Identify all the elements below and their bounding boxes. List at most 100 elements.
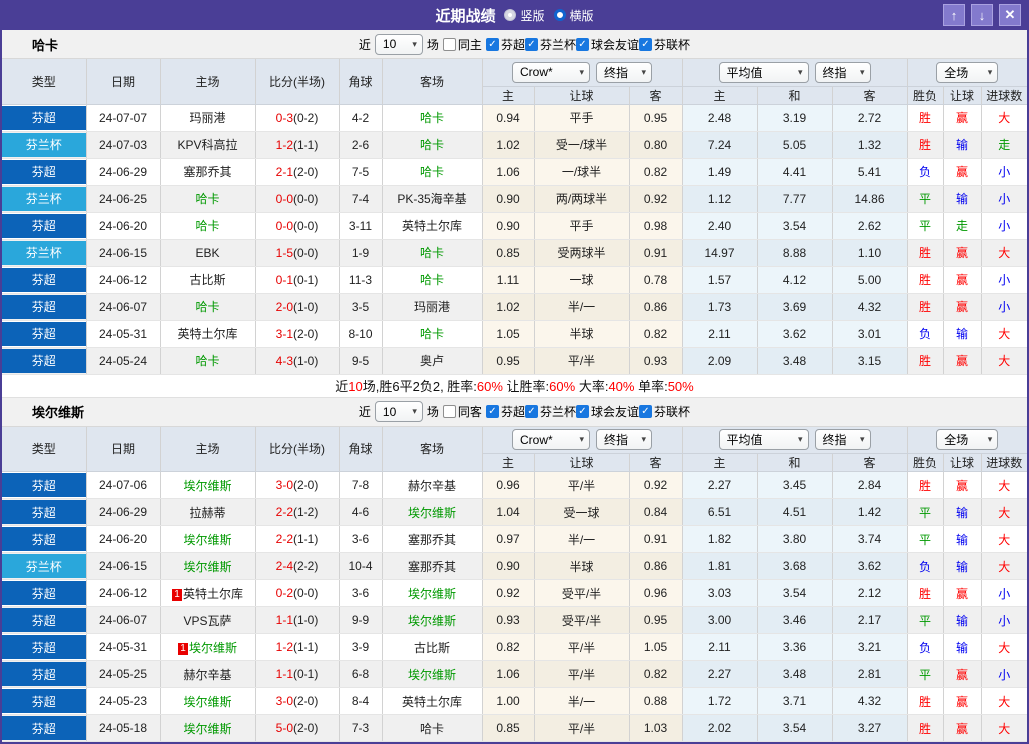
handicap-result-cell: 输 <box>943 131 981 158</box>
result-cell: 平 <box>907 499 943 526</box>
average-select[interactable]: 平均值 ▾ <box>719 429 809 450</box>
league-filter[interactable]: ✓芬超 <box>486 403 525 420</box>
odds-source-value: Crow* <box>520 65 553 79</box>
col-header-corner: 角球 <box>339 59 382 104</box>
checkbox-checked-icon[interactable]: ✓ <box>576 405 589 418</box>
odds-stage-select[interactable]: 终指 ▾ <box>596 429 652 450</box>
date-cell: 24-05-18 <box>86 715 160 742</box>
result-cell: 胜 <box>907 104 943 131</box>
score-cell: 2-2(1-1) <box>255 526 339 553</box>
subheader-avg-draw: 和 <box>757 86 832 104</box>
average-stage-select[interactable]: 终指 ▾ <box>815 429 871 450</box>
match-row: 芬超24-06-12古比斯0-1(0-1)11-3哈卡1.11一球0.781.5… <box>2 266 1027 293</box>
score-cell: 0-0(0-0) <box>255 212 339 239</box>
subheader-result: 胜负 <box>907 86 943 104</box>
odds-source-select[interactable]: Crow* ▾ <box>512 429 590 450</box>
summary-count: 10 <box>348 379 362 394</box>
matches-tbody: 芬超24-07-06埃尔维斯3-0(2-0)7-8赫尔辛基0.96平/半0.92… <box>2 472 1027 742</box>
handicap-result-cell: 赢 <box>943 472 981 499</box>
checkbox-checked-icon[interactable]: ✓ <box>576 38 589 51</box>
radio-on-icon[interactable] <box>554 9 566 21</box>
odds-source-select[interactable]: Crow* ▾ <box>512 62 590 83</box>
subheader-odds-home: 主 <box>482 454 534 472</box>
average-group-header: 平均值 ▾ 终指 ▾ <box>682 59 907 86</box>
avg-draw-cell: 3.54 <box>757 715 832 742</box>
checkbox-checked-icon[interactable]: ✓ <box>486 405 499 418</box>
average-select[interactable]: 平均值 ▾ <box>719 62 809 83</box>
layout-radio-horizontal[interactable]: 横版 <box>554 7 594 24</box>
odds-stage-select[interactable]: 终指 ▾ <box>596 62 652 83</box>
result-cell: 胜 <box>907 266 943 293</box>
league-badge: 芬超 <box>2 106 86 130</box>
col-header-date: 日期 <box>86 59 160 104</box>
odds-home-cell: 0.85 <box>482 715 534 742</box>
match-count-select[interactable]: 10 ▾ <box>375 401 423 422</box>
away-team-name: 塞那乔其 <box>408 560 456 574</box>
same-venue-filter[interactable]: 同客 <box>443 403 482 420</box>
move-down-button[interactable]: ↓ <box>971 4 993 26</box>
league-filter[interactable]: ✓芬联杯 <box>639 36 690 53</box>
checkbox-checked-icon[interactable]: ✓ <box>525 405 538 418</box>
league-filter-label: 芬联杯 <box>654 403 690 420</box>
checkbox-checked-icon[interactable]: ✓ <box>525 38 538 51</box>
subheader-avg-home: 主 <box>682 86 757 104</box>
section-header: 哈卡 近 10 ▾ 场 同主 ✓芬超✓芬兰杯✓球会友谊✓芬联杯 <box>2 30 1027 59</box>
handicap-cell: 半球 <box>534 320 629 347</box>
checkbox-unchecked-icon[interactable] <box>443 405 456 418</box>
filters: 近 10 ▾ 场 同客 ✓芬超✓芬兰杯✓球会友谊✓芬联杯 <box>359 401 690 422</box>
match-count-select[interactable]: 10 ▾ <box>375 34 423 55</box>
subheader-goals: 进球数 <box>981 86 1027 104</box>
odds-away-cell: 0.82 <box>629 158 682 185</box>
same-venue-filter[interactable]: 同主 <box>443 36 482 53</box>
summary-part: 场,胜6平2负2, 胜率: <box>363 379 477 394</box>
league-filter-label: 球会友谊 <box>591 36 639 53</box>
scope-select[interactable]: 全场 ▾ <box>936 429 998 450</box>
avg-away-cell: 3.21 <box>832 634 907 661</box>
checkbox-unchecked-icon[interactable] <box>443 38 456 51</box>
league-filter[interactable]: ✓芬兰杯 <box>525 403 576 420</box>
match-row: 芬兰杯24-06-15EBK1-5(0-0)1-9哈卡0.85受两球半0.911… <box>2 239 1027 266</box>
league-type-cell: 芬超 <box>2 347 86 374</box>
corner-cell: 7-4 <box>339 185 382 212</box>
avg-away-cell: 2.17 <box>832 607 907 634</box>
avg-home-cell: 2.11 <box>682 320 757 347</box>
chevron-down-icon: ▾ <box>860 67 865 78</box>
avg-away-cell: 3.15 <box>832 347 907 374</box>
average-stage-select[interactable]: 终指 ▾ <box>815 62 871 83</box>
avg-away-cell: 2.72 <box>832 104 907 131</box>
match-row: 芬超24-05-24哈卡4-3(1-0)9-5奥卢0.95平/半0.932.09… <box>2 347 1027 374</box>
avg-draw-cell: 3.45 <box>757 472 832 499</box>
result-cell: 负 <box>907 320 943 347</box>
handicap-result-cell: 赢 <box>943 715 981 742</box>
home-team-cell: VPS瓦萨 <box>160 607 255 634</box>
move-up-button[interactable]: ↑ <box>943 4 965 26</box>
avg-away-cell: 1.10 <box>832 239 907 266</box>
matches-tbody: 芬超24-07-07玛丽港0-3(0-2)4-2哈卡0.94平手0.952.48… <box>2 104 1027 374</box>
avg-home-cell: 7.24 <box>682 131 757 158</box>
radio-off-icon[interactable] <box>504 9 516 21</box>
scope-select[interactable]: 全场 ▾ <box>936 62 998 83</box>
result-cell: 平 <box>907 661 943 688</box>
odds-away-cell: 0.88 <box>629 688 682 715</box>
away-team-cell: 塞那乔其 <box>382 553 482 580</box>
checkbox-checked-icon[interactable]: ✓ <box>639 38 652 51</box>
corner-cell: 3-9 <box>339 634 382 661</box>
col-header-home: 主场 <box>160 427 255 472</box>
league-filter[interactable]: ✓芬超 <box>486 36 525 53</box>
league-filter[interactable]: ✓芬兰杯 <box>525 36 576 53</box>
handicap-result-cell: 输 <box>943 553 981 580</box>
layout-radio-vertical[interactable]: 竖版 <box>504 7 544 24</box>
league-filter[interactable]: ✓芬联杯 <box>639 403 690 420</box>
checkbox-checked-icon[interactable]: ✓ <box>639 405 652 418</box>
league-type-cell: 芬超 <box>2 212 86 239</box>
league-filter[interactable]: ✓球会友谊 <box>576 403 639 420</box>
match-row: 芬超24-06-07哈卡2-0(1-0)3-5玛丽港1.02半/一0.861.7… <box>2 293 1027 320</box>
league-filter[interactable]: ✓球会友谊 <box>576 36 639 53</box>
checkbox-checked-icon[interactable]: ✓ <box>486 38 499 51</box>
league-type-cell: 芬兰杯 <box>2 553 86 580</box>
avg-home-cell: 1.57 <box>682 266 757 293</box>
same-venue-label: 同客 <box>458 403 482 420</box>
league-type-cell: 芬超 <box>2 499 86 526</box>
close-button[interactable]: ✕ <box>999 4 1021 26</box>
corner-cell: 4-6 <box>339 499 382 526</box>
